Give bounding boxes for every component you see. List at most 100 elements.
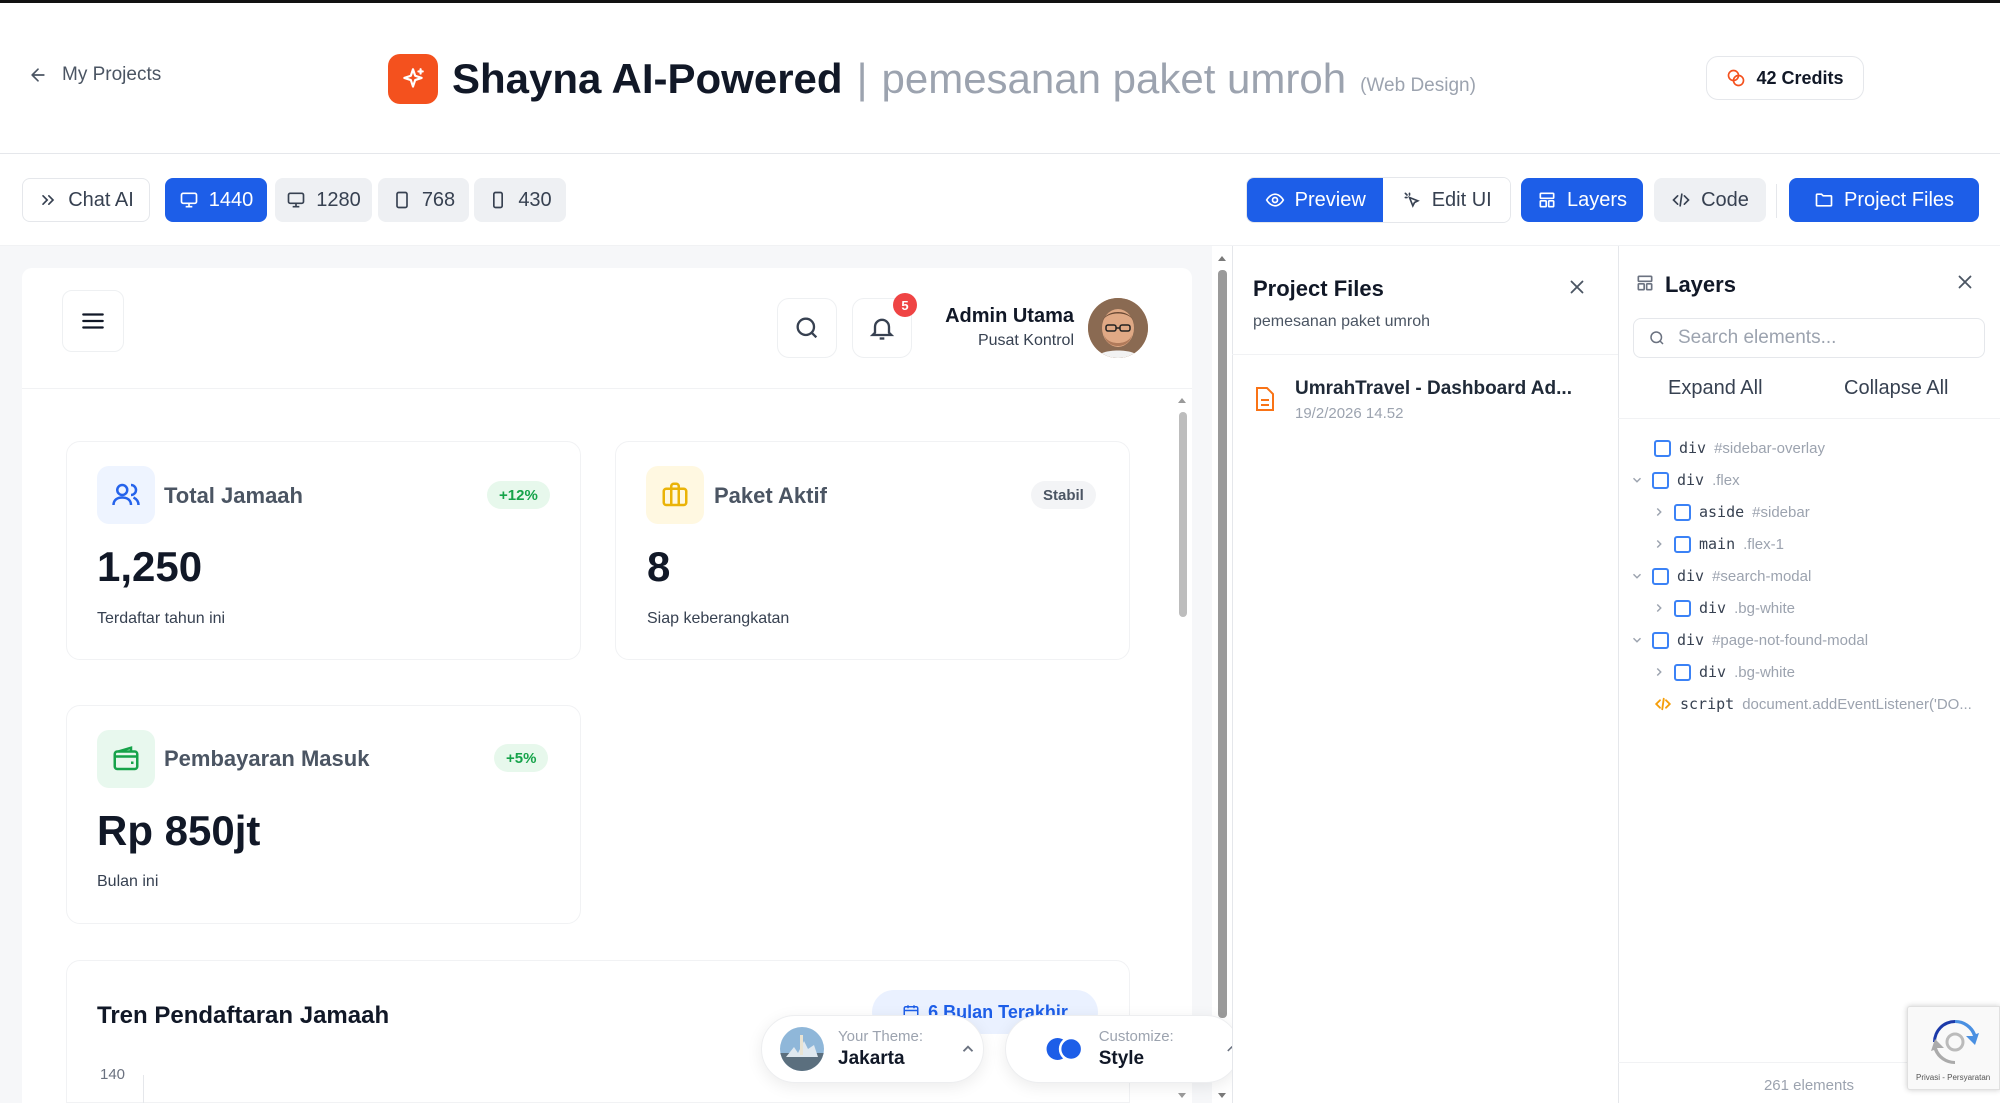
layer-tree-row[interactable]: script document.addEventListener('DO... bbox=[1654, 693, 1972, 715]
chevron-down-icon[interactable] bbox=[1630, 473, 1644, 487]
project-files-button[interactable]: Project Files bbox=[1789, 178, 1979, 222]
viewport-1280-button[interactable]: 1280 bbox=[275, 178, 372, 222]
layer-checkbox[interactable] bbox=[1652, 567, 1669, 585]
project-files-title: Project Files bbox=[1253, 276, 1384, 301]
toolbar-divider bbox=[1776, 184, 1777, 218]
avatar[interactable] bbox=[1088, 298, 1148, 358]
code-label: Code bbox=[1701, 188, 1749, 211]
viewport-1440-button[interactable]: 1440 bbox=[165, 178, 267, 222]
avatar-image bbox=[1088, 298, 1148, 358]
layer-checkbox[interactable] bbox=[1674, 599, 1691, 617]
layer-checkbox[interactable] bbox=[1674, 503, 1691, 521]
chart-axis bbox=[143, 1075, 144, 1103]
layer-checkbox[interactable] bbox=[1652, 631, 1669, 649]
viewport-430-button[interactable]: 430 bbox=[474, 178, 566, 222]
scroll-up-icon bbox=[1218, 256, 1226, 261]
stat-card-total-jamaah: Total Jamaah +12% 1,250 Terdaftar tahun … bbox=[66, 441, 581, 660]
tablet-icon bbox=[395, 191, 408, 209]
menu-icon bbox=[82, 313, 104, 329]
code-button[interactable]: Code bbox=[1654, 178, 1766, 222]
card-value: 1,250 bbox=[97, 543, 203, 590]
bell-icon bbox=[869, 318, 895, 340]
layer-tree-row[interactable]: div #sidebar-overlay bbox=[1654, 437, 1825, 459]
user-role: Pusat Kontrol bbox=[977, 332, 1074, 349]
layer-tree-row[interactable]: div #page-not-found-modal bbox=[1630, 629, 1868, 651]
chevron-down-icon[interactable] bbox=[1630, 633, 1644, 647]
expand-all-button[interactable]: Expand All bbox=[1668, 377, 1763, 400]
collapse-all-button[interactable]: Collapse All bbox=[1844, 377, 1949, 400]
viewport-label: 1440 bbox=[208, 188, 254, 211]
hamburger-menu-button[interactable] bbox=[62, 290, 124, 352]
layers-title: Layers bbox=[1665, 272, 1736, 297]
header-divider bbox=[0, 153, 2000, 154]
theme-switcher[interactable]: Your Theme: Jakarta bbox=[761, 1015, 984, 1083]
edit-ui-label: Edit UI bbox=[1431, 188, 1492, 211]
growth-badge: +12% bbox=[487, 481, 550, 509]
recaptcha-logo-icon bbox=[1931, 1019, 1979, 1065]
back-label: My Projects bbox=[62, 64, 162, 85]
search-button[interactable] bbox=[777, 298, 837, 358]
preview-label: Preview bbox=[1294, 188, 1366, 211]
edit-ui-button[interactable]: Edit UI bbox=[1383, 178, 1510, 222]
card-value: Rp 850jt bbox=[97, 807, 261, 854]
file-name: UmrahTravel - Dashboard Ad... bbox=[1295, 378, 1572, 399]
viewport-label: 430 bbox=[518, 188, 552, 211]
layer-tag: main bbox=[1699, 535, 1736, 553]
chevron-right-icon[interactable] bbox=[1652, 665, 1666, 679]
project-files-label: Project Files bbox=[1843, 188, 1955, 211]
project-type: (Web Design) bbox=[1360, 75, 1476, 96]
customize-caption: Customize: bbox=[1098, 1028, 1174, 1045]
layer-checkbox[interactable] bbox=[1654, 439, 1671, 457]
brand-logo bbox=[388, 54, 438, 104]
credits-label: 42 Credits bbox=[1756, 67, 1844, 88]
chevron-down-icon[interactable] bbox=[1630, 569, 1644, 583]
layer-tag: div bbox=[1679, 439, 1707, 457]
layer-checkbox[interactable] bbox=[1652, 471, 1669, 489]
chart-y-tick: 140 bbox=[100, 1066, 126, 1083]
chevron-right-icon[interactable] bbox=[1652, 505, 1666, 519]
back-to-projects-link[interactable]: My Projects bbox=[28, 64, 161, 86]
briefcase-icon bbox=[646, 466, 704, 524]
viewport-768-button[interactable]: 768 bbox=[378, 178, 469, 222]
credits-badge[interactable]: 42 Credits bbox=[1706, 56, 1864, 100]
viewport-label: 768 bbox=[421, 188, 456, 211]
chevron-right-icon[interactable] bbox=[1652, 601, 1666, 615]
layer-tree-row[interactable]: div .bg-white bbox=[1652, 597, 1795, 619]
eye-icon bbox=[1265, 193, 1284, 207]
chevron-right-icon[interactable] bbox=[1652, 537, 1666, 551]
layout-icon bbox=[1539, 192, 1555, 208]
layer-checkbox[interactable] bbox=[1674, 663, 1691, 681]
layer-tree-row[interactable]: aside #sidebar bbox=[1652, 501, 1810, 523]
card-subtitle: Terdaftar tahun ini bbox=[97, 610, 226, 627]
users-icon bbox=[97, 466, 155, 524]
preview-button[interactable]: Preview bbox=[1247, 178, 1384, 222]
layer-selector: document.addEventListener('DO... bbox=[1742, 695, 1972, 713]
close-layers-button[interactable] bbox=[1954, 271, 1976, 298]
canvas-scroll-thumb[interactable] bbox=[1218, 270, 1227, 1018]
top-border bbox=[0, 0, 2000, 3]
preview-scroll-thumb[interactable] bbox=[1179, 412, 1187, 617]
layer-checkbox[interactable] bbox=[1674, 535, 1691, 553]
layers-button[interactable]: Layers bbox=[1521, 178, 1643, 222]
growth-badge: +5% bbox=[494, 744, 549, 772]
recaptcha-badge[interactable]: Privasi - Persyaratan bbox=[1907, 1006, 2000, 1090]
layer-tree-row[interactable]: main .flex-1 bbox=[1652, 533, 1784, 555]
customize-switcher[interactable]: Customize: Style bbox=[1005, 1015, 1240, 1083]
layer-tree-row[interactable]: div #search-modal bbox=[1630, 565, 1811, 587]
layer-tree-row[interactable]: div .flex bbox=[1630, 469, 1740, 491]
chevron-up-icon bbox=[962, 1045, 974, 1052]
close-project-files-button[interactable] bbox=[1566, 276, 1588, 303]
close-icon bbox=[1958, 275, 1972, 289]
mode-toggle: Preview Edit UI bbox=[1246, 177, 1511, 223]
layers-search-placeholder: Search elements... bbox=[1678, 327, 1837, 348]
card-value: 8 bbox=[647, 543, 671, 590]
chat-ai-button[interactable]: Chat AI bbox=[22, 178, 150, 222]
preview-header-divider bbox=[22, 388, 1192, 389]
file-document-icon bbox=[1254, 386, 1276, 417]
search-icon bbox=[796, 317, 818, 339]
layers-label: Layers bbox=[1566, 188, 1628, 211]
layer-selector: #page-not-found-modal bbox=[1712, 631, 1869, 649]
layers-search-input[interactable]: Search elements... bbox=[1633, 318, 1985, 358]
layer-tree-row[interactable]: div .bg-white bbox=[1652, 661, 1795, 683]
layer-selector: .bg-white bbox=[1734, 599, 1795, 617]
